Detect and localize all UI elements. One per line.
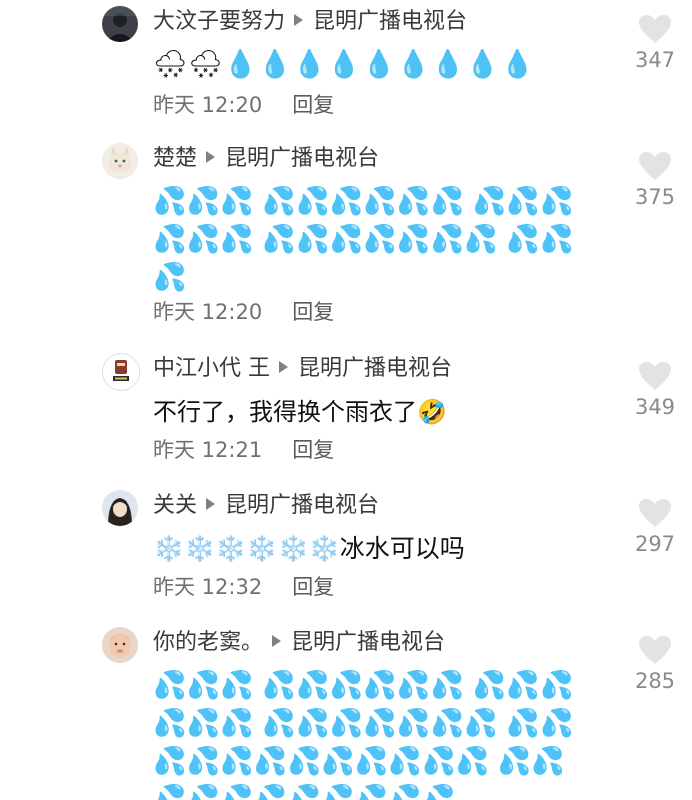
reply-arrow-icon	[206, 498, 216, 510]
heart-icon	[639, 152, 671, 180]
comment-text: 💦💦💦 💦💦💦💦💦💦 💦💦💦💦💦💦 💦💦💦💦💦💦💦 💦💦💦💦💦💦💦💦💦💦💦💦 💦…	[153, 670, 574, 800]
comment-time: 昨天 12:21	[153, 438, 263, 462]
reply-arrow-icon	[272, 635, 282, 647]
comment-header: 大汶子要努力 昆明广播电视台	[153, 7, 467, 37]
heart-icon	[639, 636, 671, 664]
logo-avatar-icon	[103, 354, 139, 390]
reply-arrow-icon	[206, 151, 216, 163]
avatar[interactable]	[102, 627, 138, 663]
comment-header: 关关 昆明广播电视台	[153, 491, 379, 521]
like-count: 349	[634, 395, 676, 419]
author-name[interactable]: 大汶子要努力	[153, 9, 285, 34]
reply-target[interactable]: 昆明广播电视台	[298, 356, 452, 381]
avatar[interactable]	[102, 6, 138, 42]
reply-target[interactable]: 昆明广播电视台	[291, 630, 445, 655]
avatar[interactable]	[102, 353, 140, 391]
cat-avatar-icon	[102, 143, 138, 179]
comment-item: 大汶子要努力 昆明广播电视台 🌨🌨💧💧💧💧💧💧💧💧💧 昨天 12:20 回复 347	[0, 6, 692, 126]
comment-header: 中江小代 王 昆明广播电视台	[153, 354, 452, 384]
comment-item: 中江小代 王 昆明广播电视台 不行了，我得换个雨衣了🤣 昨天 12:21 回复 34…	[0, 353, 692, 473]
comment-item: 关关 昆明广播电视台 ❄️❄️❄️❄️❄️❄️冰水可以吗 昨天 12:32 回复 2…	[0, 490, 692, 610]
author-name[interactable]: 关关	[153, 493, 197, 518]
like-button[interactable]: 375	[630, 151, 680, 209]
like-button[interactable]: 347	[630, 14, 680, 72]
reply-target[interactable]: 昆明广播电视台	[313, 9, 467, 34]
comment-meta: 昨天 12:21 回复	[153, 435, 334, 465]
reply-arrow-icon	[279, 361, 288, 373]
comment-time: 昨天 12:32	[153, 575, 263, 599]
comment-time: 昨天 12:20	[153, 300, 263, 324]
comment-text: ❄️❄️❄️❄️❄️❄️冰水可以吗	[153, 534, 465, 563]
comment-meta: 昨天 12:20 回复	[153, 297, 334, 327]
reply-arrow-icon	[294, 14, 304, 26]
comment-header: 你的老窦。 昆明广播电视台	[153, 628, 445, 658]
avatar[interactable]	[102, 490, 138, 526]
like-button[interactable]: 349	[630, 361, 680, 419]
dark-portrait-avatar-icon	[102, 6, 138, 42]
comment-header: 楚楚 昆明广播电视台	[153, 144, 379, 174]
comment-meta: 昨天 12:32 回复	[153, 572, 334, 602]
comment-text: 💦💦💦 💦💦💦💦💦💦 💦💦💦💦💦💦 💦💦💦💦💦💦💦 💦💦💦	[153, 186, 574, 293]
like-button[interactable]: 285	[630, 635, 680, 693]
comment-list: 大汶子要努力 昆明广播电视台 🌨🌨💧💧💧💧💧💧💧💧💧 昨天 12:20 回复 347	[0, 0, 692, 800]
comment-item: 你的老窦。 昆明广播电视台 💦💦💦 💦💦💦💦💦💦 💦💦💦💦💦💦 💦💦💦💦💦💦💦 💦…	[0, 627, 692, 800]
comment-text: 不行了，我得换个雨衣了🤣	[153, 398, 447, 426]
author-name[interactable]: 楚楚	[153, 146, 197, 171]
heart-icon	[639, 362, 671, 390]
like-count: 297	[634, 532, 676, 556]
heart-icon	[639, 15, 671, 43]
comment-text: 🌨🌨💧💧💧💧💧💧💧💧💧	[153, 49, 536, 80]
reply-button[interactable]: 回复	[292, 575, 334, 599]
reply-button[interactable]: 回复	[292, 300, 334, 324]
reply-button[interactable]: 回复	[292, 93, 334, 117]
like-count: 285	[634, 669, 676, 693]
author-name[interactable]: 你的老窦。	[153, 630, 263, 655]
avatar[interactable]	[102, 143, 138, 179]
like-count: 375	[634, 185, 676, 209]
baby-avatar-icon	[102, 627, 138, 663]
reply-target[interactable]: 昆明广播电视台	[225, 493, 379, 518]
comment-meta: 昨天 12:20 回复	[153, 90, 334, 120]
reply-button[interactable]: 回复	[292, 438, 334, 462]
girl-avatar-icon	[102, 490, 138, 526]
comment-time: 昨天 12:20	[153, 93, 263, 117]
comment-item: 楚楚 昆明广播电视台 💦💦💦 💦💦💦💦💦💦 💦💦💦💦💦💦 💦💦💦💦💦💦💦 💦💦💦 …	[0, 143, 692, 343]
author-name[interactable]: 中江小代 王	[153, 356, 270, 381]
heart-icon	[639, 499, 671, 527]
like-count: 347	[634, 48, 676, 72]
reply-target[interactable]: 昆明广播电视台	[225, 146, 379, 171]
like-button[interactable]: 297	[630, 498, 680, 556]
